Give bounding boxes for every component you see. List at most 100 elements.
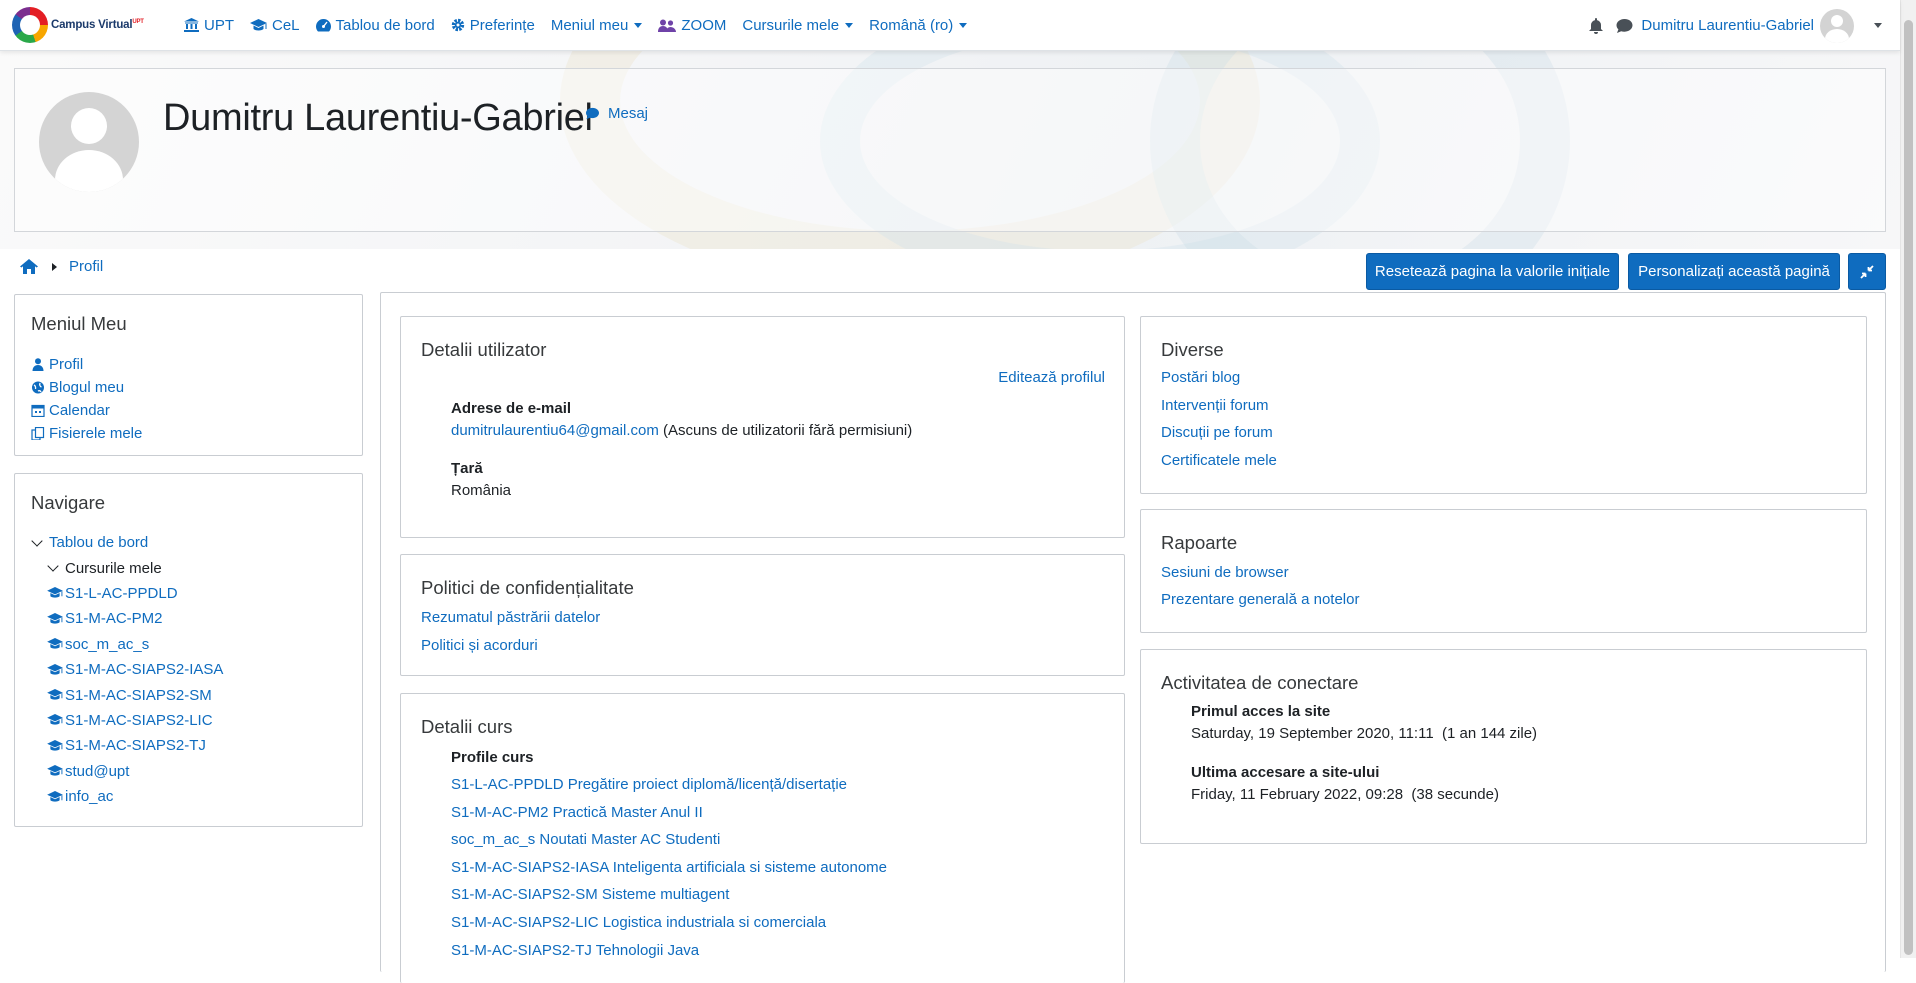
course-details-card: Detalii curs Profile curs S1-L-AC-PPDLD … [400,693,1125,983]
course-profile-link[interactable]: S1-M-AC-SIAPS2-LIC Logistica industriala… [451,912,887,940]
graduation-cap-icon [47,612,63,624]
message-button[interactable]: Mesaj [585,105,648,122]
browser-sessions-link[interactable]: Sesiuni de browser [1161,564,1289,581]
nav-tree-course[interactable]: S1-M-AC-SIAPS2-SM [47,682,223,707]
course-tree: S1-L-AC-PPDLD S1-M-AC-PM2 soc_m_ac_s S1-M-A… [31,581,223,810]
menu-item-calendar[interactable]: Calendar [31,399,142,422]
chevron-down-icon [47,560,59,572]
chevron-down-icon [959,22,968,28]
language-dropdown[interactable]: Română (ro) [861,0,975,50]
nav-tree-course[interactable]: soc_m_ac_s [47,632,223,657]
graduation-cap-icon [250,18,267,30]
blog-posts-link[interactable]: Postări blog [1161,369,1240,386]
email-label: Adrese de e-mail [451,400,572,417]
menu-item-files[interactable]: Fisierele mele [31,422,142,445]
card-title: Politici de confidențialitate [421,577,634,598]
profile-main-region: Detalii utilizator Editează profilul Adr… [380,292,1886,983]
scrollbar-thumb[interactable] [1904,20,1913,955]
forum-posts-link[interactable]: Intervenții forum [1161,397,1269,414]
customize-page-button[interactable]: Personalizați această pagină [1628,253,1840,290]
nav-tree-course[interactable]: S1-M-AC-SIAPS2-TJ [47,733,223,758]
chevron-down-icon [634,22,643,28]
nav-tree-course[interactable]: info_ac [47,784,223,809]
bell-icon[interactable] [1588,17,1604,34]
home-icon[interactable] [20,259,38,274]
user-menu-name[interactable]: Dumitru Laurentiu-Gabriel [1641,17,1814,34]
reset-page-button[interactable]: Resetează pagina la valorile inițiale [1366,253,1619,290]
menu-item-blog[interactable]: Blogul meu [31,376,142,399]
profile-avatar [39,92,139,192]
country-label: Țară [451,460,483,477]
privacy-card: Politici de confidențialitate Rezumatul … [400,554,1125,676]
graduation-cap-icon [47,765,63,776]
email-link[interactable]: dumitrulaurentiu64@gmail.com [451,422,659,439]
menu-item-profile[interactable]: Profil [31,353,142,376]
misc-card: Diverse Postări blog Intervenții forum D… [1140,316,1867,494]
chevron-down-icon [31,535,43,547]
nav-cel[interactable]: CeL [242,0,308,50]
page-scrollbar[interactable] [1900,0,1916,958]
gear-icon [451,18,464,32]
nav-tree-course[interactable]: S1-M-AC-SIAPS2-IASA [47,657,223,682]
user-details-card: Detalii utilizator Editează profilul Adr… [400,316,1125,538]
card-title: Detalii curs [421,716,513,737]
course-profiles-list: S1-L-AC-PPDLD Pregătire proiect diplomă/… [451,774,887,967]
my-menu-block: Meniul Meu Profil Blogul meu Calendar Fi… [14,294,363,456]
course-profile-link[interactable]: S1-L-AC-PPDLD Pregătire proiect diplomă/… [451,774,887,802]
course-profiles-label: Profile curs [451,749,534,766]
institution-icon [184,18,199,32]
nav-upt[interactable]: UPT [176,0,242,50]
graduation-cap-icon [47,739,63,751]
chevron-down-icon[interactable] [1874,23,1882,28]
policies-link[interactable]: Politici și acorduri [421,637,538,654]
nav-preferences[interactable]: Preferințe [443,0,543,50]
course-profile-link[interactable]: S1-M-AC-SIAPS2-SM Sisteme multiagent [451,884,887,912]
data-retention-link[interactable]: Rezumatul păstrării datelor [421,609,600,626]
last-access-value: Friday, 11 February 2022, 09:28 (38 secu… [1191,786,1499,803]
globe-icon [32,381,44,394]
certificates-link[interactable]: Certificatele mele [1161,452,1277,469]
brand-text: Campus VirtualUPT [51,19,144,31]
last-access-label: Ultima accesare a site-ului [1191,764,1380,781]
card-title: Activitatea de conectare [1161,672,1359,693]
nav-dashboard[interactable]: Tablou de bord [308,0,443,50]
nav-tree-course[interactable]: stud@upt [47,759,223,784]
course-profile-link[interactable]: S1-M-AC-PM2 Practică Master Anul II [451,802,887,830]
breadcrumb: Profil [20,258,103,275]
profile-header-card: Dumitru Laurentiu-Gabriel Mesaj [14,68,1886,232]
nav-my-courses-dropdown[interactable]: Cursurile mele [734,0,861,50]
email-value: dumitrulaurentiu64@gmail.com (Ascuns de … [451,422,913,439]
course-profile-link[interactable]: soc_m_ac_s Noutati Master AC Studenti [451,829,887,857]
first-access-label: Primul acces la site [1191,703,1331,720]
grades-overview-link[interactable]: Prezentare generală a notelor [1161,591,1359,608]
course-profile-link[interactable]: S1-M-AC-SIAPS2-IASA Inteligenta artifici… [451,857,887,885]
page-title: Dumitru Laurentiu-Gabriel [163,97,593,139]
graduation-cap-icon [47,790,63,802]
nav-tree-course[interactable]: S1-L-AC-PPDLD [47,581,223,606]
nav-my-menu-dropdown[interactable]: Meniul meu [543,0,651,50]
users-icon [658,19,677,32]
nav-tree-course[interactable]: S1-M-AC-PM2 [47,606,223,631]
nav-tree-dashboard[interactable]: Tablou de bord [31,530,223,555]
card-title: Detalii utilizator [421,339,547,360]
nav-tree-course[interactable]: S1-M-AC-SIAPS2-LIC [47,708,223,733]
navigation-block: Navigare Tablou de bord Cursurile mele S… [14,473,363,827]
first-access-value: Saturday, 19 September 2020, 11:11 (1 an… [1191,725,1538,742]
reports-card: Rapoarte Sesiuni de browser Prezentare g… [1140,509,1867,633]
comment-icon [586,107,599,120]
graduation-cap-icon [47,638,63,649]
collapse-blocks-button[interactable] [1848,253,1886,290]
nav-zoom[interactable]: ZOOM [650,0,734,50]
chat-icon[interactable] [1616,18,1633,34]
user-avatar[interactable] [1820,8,1854,43]
block-title: Navigare [31,492,106,513]
card-title: Diverse [1161,339,1224,360]
nav-tree-my-courses[interactable]: Cursurile mele [31,555,223,580]
edit-profile-link[interactable]: Editează profilul [998,369,1105,386]
login-activity-card: Activitatea de conectare Primul acces la… [1140,649,1867,844]
breadcrumb-separator-icon [52,262,57,271]
course-profile-link[interactable]: S1-M-AC-SIAPS2-TJ Tehnologii Java [451,940,887,968]
breadcrumb-profile[interactable]: Profil [69,258,103,275]
site-logo[interactable]: Campus VirtualUPT [12,7,162,43]
forum-discussions-link[interactable]: Discuții pe forum [1161,424,1273,441]
